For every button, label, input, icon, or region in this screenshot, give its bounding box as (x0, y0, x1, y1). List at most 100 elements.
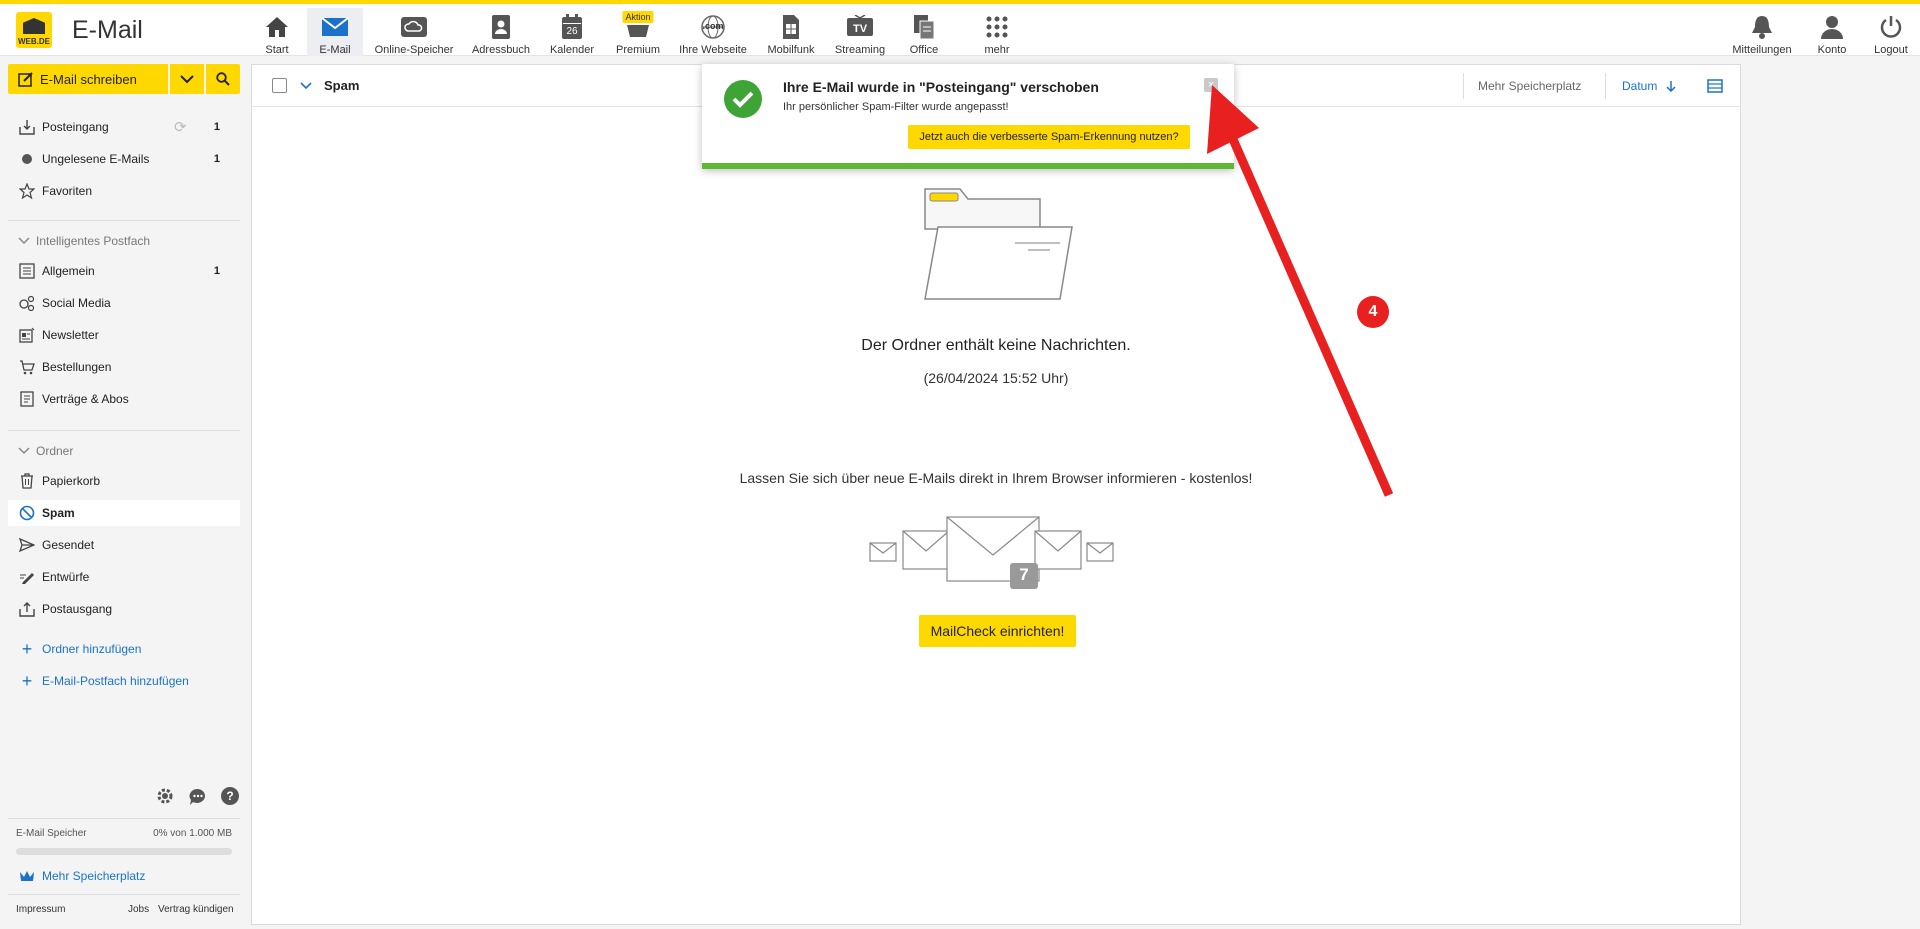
sidebar-item-gesendet[interactable]: Gesendet (8, 532, 240, 558)
nav-label: Premium (615, 44, 660, 56)
select-all-checkbox[interactable] (272, 78, 287, 93)
mailcheck-count-badge: 7 (1019, 565, 1029, 584)
mailcheck-setup-button[interactable]: MailCheck einrichten! (919, 615, 1076, 647)
sidebar-item-label: Papierkorb (42, 474, 101, 488)
sidebar-item-ungelesene[interactable]: Ungelesene E-Mails 1 (8, 146, 240, 172)
globe-icon: .com (699, 14, 727, 40)
nav-konto[interactable]: Konto (1816, 8, 1848, 56)
sidebar-item-label: Spam (42, 506, 75, 520)
nav-label: mehr (984, 44, 1010, 56)
sidebar-item-label: Verträge & Abos (42, 392, 129, 406)
compose-options-button[interactable] (170, 64, 204, 94)
nav-label: Konto (1817, 44, 1847, 56)
feedback-icon[interactable] (189, 788, 207, 806)
nav-label: E-Mail (319, 44, 351, 56)
sidebar-item-social-media[interactable]: Social Media (8, 290, 240, 316)
settings-icon[interactable] (156, 787, 174, 805)
mail-list-pane: Spam Mehr Speicherplatz Datum Der Ordner… (251, 64, 1741, 925)
logo-text: WEB.DE (18, 37, 50, 46)
nav-premium[interactable]: Aktion Premium (614, 8, 662, 56)
nav-mitteilungen[interactable]: Mitteilungen (1732, 8, 1792, 56)
jobs-link[interactable]: Jobs (128, 904, 149, 915)
sidebar-item-favoriten[interactable]: Favoriten (8, 178, 240, 204)
app-title: E-Mail (72, 16, 143, 44)
sidebar-divider (8, 894, 240, 895)
sidebar: E-Mail schreiben Posteingang ⟳ 1 Ungeles… (0, 56, 250, 929)
nav-ihre-webseite[interactable]: .com Ihre Webseite (678, 8, 748, 56)
toast-subtitle: Ihr persönlicher Spam-Filter wurde angep… (783, 101, 1009, 113)
plus-icon: + (21, 670, 33, 691)
empty-folder-message: Der Ordner enthält keine Nachrichten. (861, 337, 1131, 354)
globe-icon-text: .com (702, 21, 724, 31)
section-heading-label: Intelligentes Postfach (36, 234, 151, 248)
more-storage-header-link[interactable]: Mehr Speicherplatz (1478, 79, 1581, 93)
inbox-icon (18, 118, 36, 136)
sidebar-item-postausgang[interactable]: Postausgang (8, 596, 240, 622)
trash-icon (18, 472, 36, 490)
nav-mehr[interactable]: mehr (981, 8, 1013, 56)
sidebar-item-vertraege[interactable]: Verträge & Abos (8, 386, 240, 412)
section-heading-smart[interactable]: Intelligentes Postfach (18, 234, 150, 248)
storage-value: 0% von 1.000 MB (153, 828, 232, 839)
logo-building-icon (23, 18, 45, 34)
nav-mobilfunk[interactable]: Mobilfunk (766, 8, 816, 56)
plus-icon: + (21, 638, 33, 659)
power-icon (1877, 14, 1905, 40)
search-button[interactable] (206, 64, 240, 94)
chevron-down-icon[interactable] (300, 82, 312, 90)
sidebar-item-papierkorb[interactable]: Papierkorb (8, 468, 240, 494)
unread-count: 1 (213, 121, 220, 133)
cloud-icon (400, 14, 428, 40)
nav-adressbuch[interactable]: Adressbuch (468, 8, 534, 56)
add-mailbox-link[interactable]: + E-Mail-Postfach hinzufügen (8, 668, 240, 694)
sidebar-item-allgemein[interactable]: Allgemein 1 (8, 258, 240, 284)
webde-logo[interactable]: WEB.DE (16, 12, 52, 48)
home-icon (263, 14, 291, 40)
chevron-down-icon (18, 237, 30, 245)
sidebar-item-label: Entwürfe (42, 570, 90, 584)
arrow-down-icon[interactable] (1666, 80, 1676, 92)
list-view-icon[interactable] (1707, 79, 1723, 93)
calendar-icon: 26 (558, 14, 586, 40)
sidebar-item-label: Ungelesene E-Mails (42, 152, 150, 166)
sidebar-item-newsletter[interactable]: Newsletter (8, 322, 240, 348)
sidebar-divider (8, 220, 240, 221)
cancel-contract-link[interactable]: Vertrag kündigen (158, 904, 234, 915)
help-icon[interactable]: ? (221, 787, 239, 805)
refresh-icon[interactable]: ⟳ (174, 118, 187, 136)
compose-email-button[interactable]: E-Mail schreiben (8, 64, 168, 94)
outbox-icon (18, 600, 36, 618)
send-icon (18, 536, 36, 554)
spam-detection-button[interactable]: Jetzt auch die verbesserte Spam-Erkennun… (908, 125, 1190, 149)
newsletter-icon (18, 326, 36, 344)
nav-kalender[interactable]: 26 Kalender (548, 8, 596, 56)
sidebar-item-entwuerfe[interactable]: Entwürfe (8, 564, 240, 590)
add-mailbox-label: E-Mail-Postfach hinzufügen (42, 674, 189, 688)
nav-start[interactable]: Start (256, 8, 298, 56)
impressum-link[interactable]: Impressum (16, 904, 65, 915)
check-icon (724, 80, 762, 118)
sidebar-item-bestellungen[interactable]: Bestellungen (8, 354, 240, 380)
more-storage-label: Mehr Speicherplatz (42, 869, 146, 883)
nav-email[interactable]: E-Mail (307, 8, 363, 56)
section-heading-label: Ordner (36, 444, 74, 458)
nav-logout[interactable]: Logout (1874, 8, 1908, 56)
unread-count: 1 (213, 265, 220, 277)
add-folder-link[interactable]: + Ordner hinzufügen (8, 636, 240, 662)
sidebar-item-spam[interactable]: Spam (8, 500, 240, 526)
nav-office[interactable]: Office (906, 8, 942, 56)
toast-title: Ihre E-Mail wurde in "Posteingang" versc… (783, 79, 1099, 95)
section-heading-ordner[interactable]: Ordner (18, 444, 73, 458)
sidebar-item-label: Posteingang (42, 120, 109, 134)
close-icon[interactable]: × (1204, 78, 1218, 92)
more-storage-link[interactable]: Mehr Speicherplatz (8, 863, 240, 889)
nav-online-speicher[interactable]: Online-Speicher (370, 8, 458, 56)
dot-icon (18, 150, 36, 168)
office-icon (910, 14, 938, 40)
folder-title: Spam (324, 78, 360, 93)
nav-streaming[interactable]: TV Streaming (834, 8, 886, 56)
sidebar-item-posteingang[interactable]: Posteingang ⟳ 1 (8, 114, 240, 140)
sort-by-date[interactable]: Datum (1622, 79, 1657, 93)
aktion-badge: Aktion (622, 11, 654, 23)
social-icon (18, 294, 36, 312)
